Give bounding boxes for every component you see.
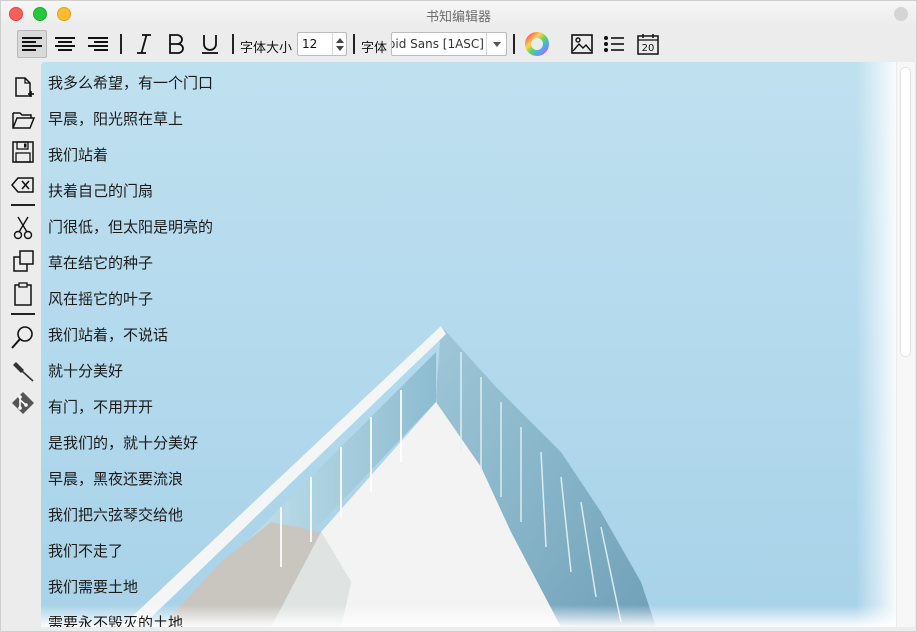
new-file-icon [15,77,34,97]
text-editor-area[interactable]: 我多么希望，有一个门口 早晨，阳光照在草上 我们站着 扶着自己的门扇 门很低，但… [41,62,896,627]
text-line: 我们需要土地 [48,578,139,596]
side-toolbar [1,61,43,631]
window-menu-button[interactable] [894,7,908,21]
text-line: 我们站着，不说话 [48,326,169,344]
text-line: 需要永不毁灭的土地 [48,614,184,627]
format-toolbar: 字体大小 字体 Droid Sans [1ASC] [1,27,916,61]
color-wheel-icon [525,32,549,56]
clear-icon [11,177,34,193]
text-line: 我们站着 [48,146,109,164]
title-bar: 书知编辑器 [1,1,916,27]
toolbar-divider [513,34,515,54]
toolbar-divider [120,34,122,54]
font-size-label: 字体大小 [240,41,293,56]
search-button[interactable] [9,323,37,351]
align-center-icon [55,37,75,51]
chevron-down-icon[interactable] [486,33,506,55]
align-right-icon [88,37,108,51]
italic-icon [137,34,151,54]
save-file-button[interactable] [9,138,37,166]
clear-button[interactable] [9,171,37,199]
text-color-button[interactable] [522,30,552,58]
search-icon [11,326,33,349]
align-right-button[interactable] [83,30,113,58]
font-family-select[interactable]: Droid Sans [1ASC] [391,32,507,56]
bold-icon [169,34,184,54]
pin-button[interactable] [9,357,37,385]
font-size-stepper[interactable] [332,33,346,55]
font-size-spinbox[interactable] [297,32,347,56]
document-text[interactable]: 我多么希望，有一个门口 早晨，阳光照在草上 我们站着 扶着自己的门扇 门很低，但… [48,71,213,627]
calendar-day-text: 20 [642,43,655,54]
text-line: 我多么希望，有一个门口 [48,74,214,92]
align-left-icon [22,37,42,51]
git-icon [12,392,34,414]
font-family-value: Droid Sans [1ASC] [392,37,484,51]
save-icon [12,141,34,163]
sidebar-divider [11,313,35,315]
font-label: 字体 [361,41,388,56]
paste-button[interactable] [9,280,37,308]
stepper-down-icon[interactable] [336,46,344,51]
cut-button[interactable] [9,214,37,242]
insert-image-button[interactable] [567,30,597,58]
text-line: 是我们的，就十分美好 [48,434,199,452]
text-line: 有门，不用开开 [48,398,154,416]
stepper-up-icon[interactable] [336,38,344,43]
edge-fade [856,62,896,627]
bold-button[interactable] [161,30,191,58]
text-line: 风在摇它的叶子 [48,290,154,308]
window-title: 书知编辑器 [425,10,491,25]
toolbar-divider [232,34,234,54]
open-file-button[interactable] [9,106,37,134]
open-folder-icon [12,112,35,129]
git-button[interactable] [9,389,37,417]
pin-icon [13,362,34,382]
insert-date-button[interactable]: 20 [633,30,663,58]
underline-icon [202,35,218,54]
bullet-list-button[interactable] [599,30,629,58]
scrollbar-thumb[interactable] [900,67,911,357]
text-line: 早晨，黑夜还要流浪 [48,470,184,488]
italic-button[interactable] [129,30,159,58]
text-line: 就十分美好 [48,362,124,380]
align-center-button[interactable] [50,30,80,58]
editor-window: 书知编辑器 字体大小 12 字体 id Sans [1ASC] 20 我多么希望… [0,0,917,632]
text-line: 门很低，但太阳是明亮的 [48,218,214,236]
calendar-icon: 20 [637,34,659,55]
sidebar-divider [11,204,35,206]
font-size-input[interactable] [298,33,332,55]
align-left-button[interactable] [17,30,47,58]
new-file-button[interactable] [9,74,37,102]
underline-button[interactable] [195,30,225,58]
text-line: 我们不走了 [48,542,124,560]
copy-icon [13,250,34,272]
copy-button[interactable] [9,247,37,275]
list-icon [604,36,624,52]
text-line: 我们把六弦琴交给他 [48,506,184,524]
toolbar-divider [353,34,355,54]
text-line: 早晨，阳光照在草上 [48,110,184,128]
paste-icon [14,282,32,306]
text-line: 扶着自己的门扇 [48,182,154,200]
cut-icon [13,216,33,240]
text-line: 草在结它的种子 [48,254,154,272]
image-icon [571,34,593,54]
